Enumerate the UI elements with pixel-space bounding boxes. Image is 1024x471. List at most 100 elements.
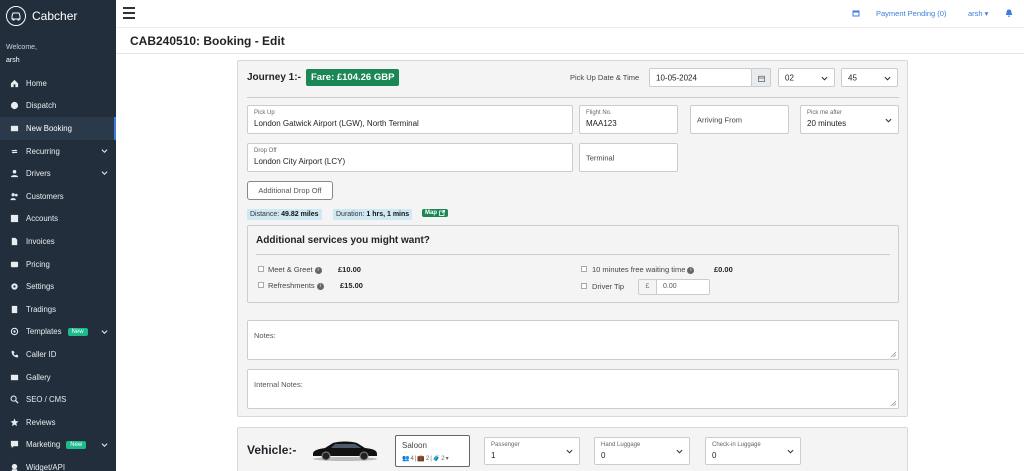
calendar-icon[interactable] [852, 9, 860, 17]
star-icon [10, 418, 19, 427]
sidebar-item-label: Widget/API [26, 462, 65, 471]
user-name: arsh [968, 9, 983, 18]
globe-icon [10, 101, 19, 110]
pickup-value: London Gatwick Airport (LGW), North Term… [254, 119, 419, 128]
sidebar-item-new-booking[interactable]: New Booking [0, 117, 116, 140]
refreshments-price: £15.00 [340, 281, 363, 290]
resize-handle-icon[interactable] [890, 351, 896, 357]
checkin-luggage-select[interactable]: Check-in Luggage 0 [705, 437, 801, 465]
meet-greet-price: £10.00 [338, 265, 361, 274]
terminal-field[interactable]: Terminal [579, 143, 678, 172]
sidebar-item-accounts[interactable]: Accounts [0, 208, 116, 231]
date-picker-button[interactable] [751, 68, 771, 87]
dropoff-value: London City Airport (LCY) [254, 157, 346, 166]
duration-pill: Duration: 1 hrs, 1 mins [333, 209, 413, 220]
user-menu[interactable]: arsh ▾ [968, 9, 988, 18]
driver-tip-checkbox[interactable] [581, 283, 587, 289]
pickup-label: Pick Up [254, 110, 275, 116]
sidebar-item-label: SEO / CMS [26, 395, 67, 405]
terminal-placeholder: Terminal [586, 153, 615, 162]
sidebar-item-reviews[interactable]: Reviews [0, 411, 116, 434]
info-icon[interactable]: i [316, 282, 324, 290]
driver-tip-label: Driver Tip [592, 282, 625, 291]
flight-number-field[interactable]: Flight No. MAA123 [579, 105, 678, 134]
vehicle-type-value: Saloon [402, 441, 427, 450]
sidebar-item-label: Accounts [26, 214, 59, 224]
vehicle-type-select[interactable]: Saloon 👥 4 | 💼 2 | 🧳 2 ▾ [395, 435, 470, 467]
minute-value: 45 [848, 73, 857, 82]
pick-me-after-value: 20 minutes [807, 119, 847, 128]
minute-select[interactable]: 45 [841, 68, 898, 87]
page-title: CAB240510: Booking - Edit [130, 34, 285, 48]
internal-notes-textarea[interactable]: Internal Notes: [247, 369, 899, 409]
fare-badge: Fare: £104.26 GBP [306, 69, 400, 86]
user-icon [10, 169, 19, 178]
sidebar-item-tradings[interactable]: Tradings [0, 298, 116, 321]
notes-textarea[interactable]: Notes: [247, 320, 899, 360]
chevron-down-icon [885, 118, 892, 122]
sidebar-item-widget-api[interactable]: Widget/API [0, 456, 116, 471]
sidebar-item-home[interactable]: Home [0, 72, 116, 95]
sidebar-item-drivers[interactable]: Drivers [0, 162, 116, 185]
additional-dropoff-button[interactable]: Additional Drop Off [247, 181, 333, 200]
passenger-capacity: 4 [410, 455, 414, 462]
hand-luggage-select[interactable]: Hand Luggage 0 [594, 437, 690, 465]
resize-handle-icon[interactable] [890, 400, 896, 406]
arriving-from-placeholder: Arriving From [697, 115, 743, 124]
building-icon [10, 305, 19, 314]
sidebar-nav: Home Dispatch New Booking Recurring Drivers C… [0, 72, 116, 471]
sidebar: Cabcher Welcome, arsh Home Dispatch New Bo… [0, 0, 116, 471]
bell-icon[interactable] [1005, 9, 1013, 17]
passenger-select[interactable]: Passenger 1 [484, 437, 580, 465]
payment-pending-link[interactable]: Payment Pending (0) [876, 9, 946, 18]
services-title: Additional services you might want? [256, 235, 430, 246]
gear-icon [10, 282, 19, 291]
tip-value: 0.00 [663, 283, 677, 290]
chevron-down-icon [884, 76, 891, 80]
sidebar-item-caller-id[interactable]: Caller ID [0, 343, 116, 366]
sidebar-item-recurring[interactable]: Recurring [0, 140, 116, 163]
refreshments-checkbox[interactable] [258, 282, 264, 288]
menu-toggle-icon[interactable] [123, 7, 135, 19]
sidebar-item-label: Invoices [26, 236, 55, 246]
checkin-luggage-label: Check-in Luggage [712, 442, 761, 448]
external-link-icon [439, 210, 445, 216]
pickup-date-value: 10-05-2024 [656, 73, 697, 82]
sidebar-item-invoices[interactable]: Invoices [0, 230, 116, 253]
pickup-field[interactable]: Pick Up London Gatwick Airport (LGW), No… [247, 105, 573, 134]
chevron-down-icon [101, 171, 108, 176]
pickup-datetime-label: Pick Up Date & Time [570, 73, 640, 82]
sidebar-item-gallery[interactable]: Gallery [0, 366, 116, 389]
sidebar-item-label: Pricing [26, 259, 50, 269]
pickup-date-input[interactable]: 10-05-2024 [649, 68, 752, 87]
map-label: Map [425, 210, 437, 216]
sidebar-item-seo-cms[interactable]: SEO / CMS [0, 388, 116, 411]
waiting-time-price: £0.00 [714, 265, 733, 274]
meet-greet-checkbox[interactable] [258, 266, 264, 272]
sidebar-item-marketing[interactable]: Marketing New [0, 434, 116, 457]
journey-title: Journey 1:- [247, 72, 301, 83]
waiting-time-checkbox[interactable] [581, 266, 587, 272]
checkin-luggage-value: 0 [712, 451, 717, 460]
sidebar-item-settings[interactable]: Settings [0, 275, 116, 298]
sidebar-item-pricing[interactable]: Pricing [0, 253, 116, 276]
map-button[interactable]: Map [422, 209, 448, 217]
sidebar-item-customers[interactable]: Customers [0, 185, 116, 208]
brand[interactable]: Cabcher [0, 0, 116, 32]
at-icon [10, 327, 19, 336]
pick-me-after-select[interactable]: Pick me after 20 minutes [800, 105, 899, 134]
sidebar-item-label: Customers [26, 191, 64, 201]
sidebar-item-dispatch[interactable]: Dispatch [0, 95, 116, 118]
tip-currency-prefix: £ [639, 280, 657, 294]
info-icon[interactable]: i [687, 266, 695, 274]
services-divider [256, 254, 890, 255]
driver-tip-input[interactable]: £ 0.00 [638, 279, 710, 295]
journey-card: Journey 1:- Fare: £104.26 GBP Pick Up Da… [237, 60, 908, 417]
info-icon[interactable]: i [314, 266, 322, 274]
sidebar-item-label: Caller ID [26, 349, 57, 359]
arriving-from-field[interactable]: Arriving From [690, 105, 789, 134]
sidebar-item-label: New Booking [26, 123, 72, 133]
hour-select[interactable]: 02 [778, 68, 835, 87]
dropoff-field[interactable]: Drop Off London City Airport (LCY) [247, 143, 573, 172]
sidebar-item-templates[interactable]: Templates New [0, 321, 116, 344]
